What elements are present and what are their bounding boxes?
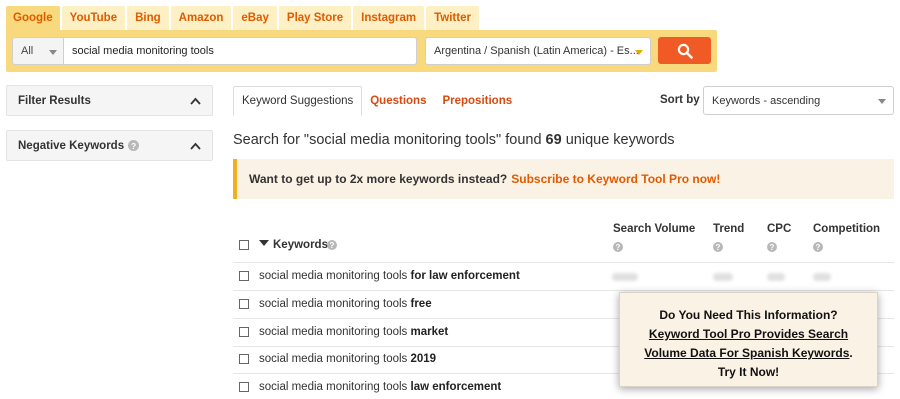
tab-amazon[interactable]: Amazon — [170, 6, 232, 30]
tab-twitter[interactable]: Twitter — [426, 6, 479, 30]
negative-keywords-panel[interactable]: Negative Keywords ? — [6, 130, 213, 161]
help-icon[interactable]: ? — [813, 242, 823, 252]
chevron-down-icon — [49, 50, 57, 55]
subscribe-link[interactable]: Subscribe to Keyword Tool Pro now! — [511, 172, 720, 186]
tab-play-store[interactable]: Play Store — [278, 6, 352, 30]
filter-results-panel[interactable]: Filter Results — [6, 85, 213, 116]
header-cpc[interactable]: CPC — [767, 223, 791, 235]
blurred-trend — [713, 273, 733, 281]
summary-prefix: Search for "social media monitoring tool… — [233, 132, 542, 148]
search-panel: All Argentina / Spanish (Latin America) … — [6, 30, 717, 72]
chevron-up-icon — [190, 142, 201, 150]
search-area: Google YouTube Bing Amazon eBay Play Sto… — [6, 6, 717, 72]
header-trend[interactable]: Trend — [713, 223, 744, 235]
pro-link[interactable]: Keyword Tool Pro Provides Search — [649, 327, 848, 341]
filter-results-label: Filter Results — [18, 94, 91, 107]
tab-prepositions[interactable]: Prepositions — [434, 86, 520, 116]
row-checkbox[interactable] — [239, 382, 249, 392]
content-tabs: Keyword Suggestions Questions Prepositio… — [233, 86, 520, 116]
help-icon[interactable]: ? — [613, 242, 623, 252]
help-icon[interactable]: ? — [128, 140, 140, 151]
blurred-competition — [813, 273, 831, 281]
keyword-cell[interactable]: social media monitoring tools free — [259, 298, 432, 310]
divider — [233, 290, 894, 291]
divider — [233, 262, 894, 263]
header-competition[interactable]: Competition — [813, 223, 880, 235]
region-select[interactable]: Argentina / Spanish (Latin America) - Es… — [425, 37, 651, 65]
keyword-cell[interactable]: social media monitoring tools 2019 — [259, 353, 436, 365]
region-select-value: Argentina / Spanish (Latin America) - Es… — [434, 45, 639, 57]
sort-select-value: Keywords - ascending — [712, 94, 821, 107]
keyword-cell[interactable]: social media monitoring tools market — [259, 326, 448, 338]
search-input[interactable] — [63, 37, 417, 65]
sort-select[interactable]: Keywords - ascending — [703, 86, 894, 115]
keyword-count: 69 — [545, 132, 562, 148]
chevron-down-icon — [635, 50, 643, 55]
tab-youtube[interactable]: YouTube — [61, 6, 126, 30]
engine-tabs: Google YouTube Bing Amazon eBay Play Sto… — [6, 6, 481, 30]
pro-link-continued[interactable]: Volume Data For Spanish Keywords — [644, 346, 849, 360]
row-checkbox[interactable] — [239, 299, 249, 309]
search-button[interactable] — [658, 37, 711, 64]
scope-select[interactable]: All — [12, 37, 64, 65]
pro-upsell-popup: Do You Need This Information? Keyword To… — [619, 292, 878, 387]
tab-ebay[interactable]: eBay — [233, 6, 277, 30]
header-keywords[interactable]: Keywords — [273, 239, 328, 251]
tab-instagram[interactable]: Instagram — [353, 6, 425, 30]
tab-keyword-suggestions[interactable]: Keyword Suggestions — [233, 86, 363, 116]
row-checkbox[interactable] — [239, 327, 249, 337]
popup-period: . — [849, 346, 853, 360]
summary-suffix: unique keywords — [565, 132, 675, 148]
sort-desc-icon[interactable] — [259, 240, 269, 247]
keyword-cell[interactable]: social media monitoring tools law enforc… — [259, 381, 501, 393]
tab-bing[interactable]: Bing — [127, 6, 169, 30]
scope-select-value: All — [21, 45, 34, 57]
chevron-up-icon — [190, 97, 201, 105]
promo-banner: Want to get up to 2x more keywords inste… — [233, 159, 894, 199]
help-icon[interactable]: ? — [327, 240, 337, 250]
header-search-volume[interactable]: Search Volume — [613, 223, 695, 235]
blurred-volume — [612, 273, 638, 281]
sort-label: Sort by — [660, 94, 700, 106]
results-summary: Search for "social media monitoring tool… — [233, 132, 675, 148]
tab-questions[interactable]: Questions — [362, 86, 434, 116]
keyword-cell[interactable]: social media monitoring tools for law en… — [259, 270, 520, 282]
select-all-checkbox[interactable] — [239, 240, 249, 250]
promo-text: Want to get up to 2x more keywords inste… — [249, 172, 508, 186]
popup-title: Do You Need This Information? — [659, 308, 838, 322]
row-checkbox[interactable] — [239, 271, 249, 281]
blurred-cpc — [767, 273, 785, 281]
row-checkbox[interactable] — [239, 354, 249, 364]
try-it-now[interactable]: Try It Now! — [620, 363, 877, 382]
help-icon[interactable]: ? — [767, 242, 777, 252]
chevron-down-icon — [878, 99, 886, 104]
negative-keywords-label: Negative Keywords — [18, 139, 125, 152]
help-icon[interactable]: ? — [713, 242, 723, 252]
search-icon — [677, 43, 693, 59]
tab-google[interactable]: Google — [6, 6, 60, 30]
